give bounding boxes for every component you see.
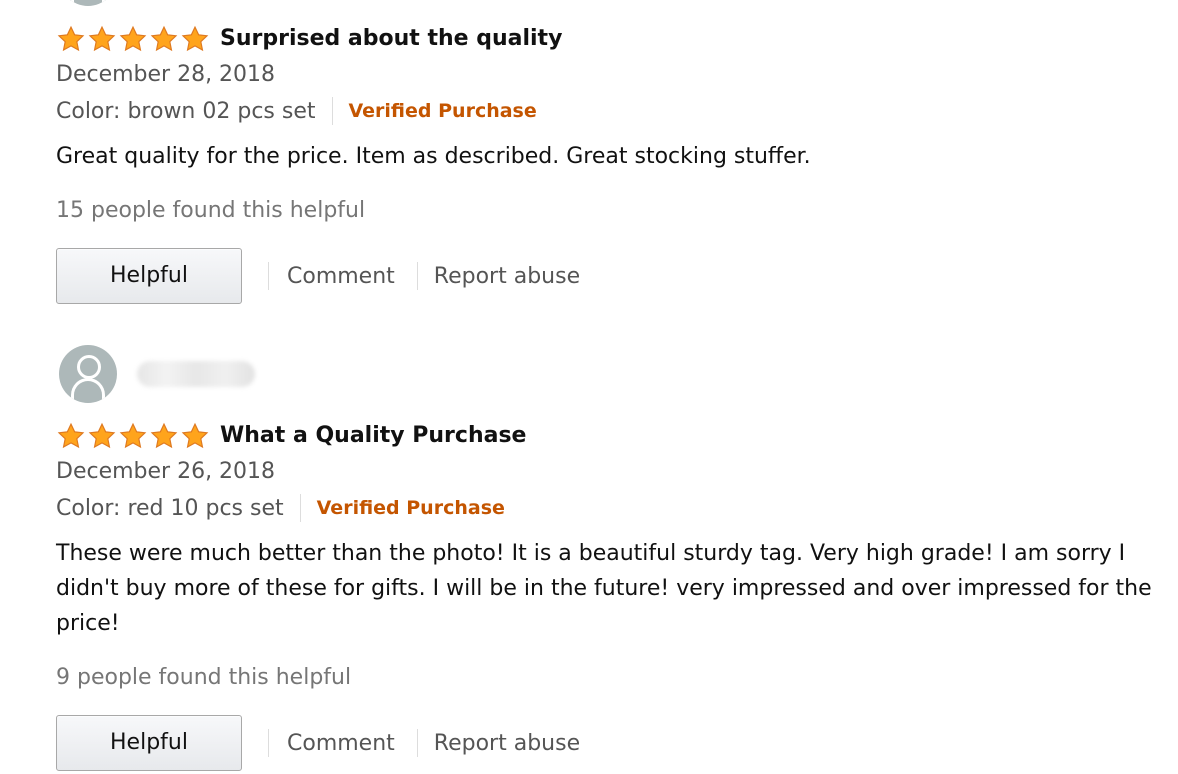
review-actions: Helpful Comment Report abuse (56, 714, 1156, 772)
star-icon (181, 422, 209, 449)
verified-purchase-badge: Verified Purchase (316, 497, 505, 519)
review: What a Quality Purchase December 26, 201… (56, 345, 1156, 772)
reviewer-profile (56, 345, 1156, 403)
review-title[interactable]: Surprised about the quality (220, 21, 562, 57)
helpful-button[interactable]: Helpful (56, 248, 242, 304)
divider (268, 729, 269, 757)
star-icon (181, 25, 209, 52)
star-icon (119, 25, 147, 52)
review-body: Great quality for the price. Item as des… (56, 144, 811, 169)
review-date: December 28, 2018 (56, 62, 276, 87)
review: Surprised about the quality December 28,… (56, 0, 1156, 305)
helpful-count: 9 people found this helpful (56, 665, 352, 690)
variant-label[interactable]: Color: brown 02 pcs set (56, 99, 316, 124)
review-meta: Color: brown 02 pcs set Verified Purchas… (56, 93, 1156, 129)
star-icon (150, 422, 178, 449)
star-icon (57, 422, 85, 449)
review-date: December 26, 2018 (56, 459, 276, 484)
review-title-row: Surprised about the quality (56, 21, 1156, 57)
review-meta: Color: red 10 pcs set Verified Purchase (56, 490, 1156, 526)
user-avatar-icon[interactable] (59, 0, 117, 6)
comment-link[interactable]: Comment (287, 264, 395, 289)
star-rating[interactable] (56, 25, 210, 53)
review-body: These were much better than the photo! I… (56, 541, 1152, 636)
divider (416, 262, 418, 290)
variant-label[interactable]: Color: red 10 pcs set (56, 496, 284, 521)
divider (416, 729, 418, 757)
star-icon (57, 25, 85, 52)
verified-purchase-badge: Verified Purchase (348, 100, 537, 122)
reviewer-profile (56, 0, 1156, 6)
report-abuse-link[interactable]: Report abuse (434, 264, 580, 289)
star-rating[interactable] (56, 422, 210, 450)
reviewer-name-redacted[interactable] (137, 361, 255, 387)
star-icon (88, 422, 116, 449)
review-title[interactable]: What a Quality Purchase (220, 418, 526, 454)
divider (299, 494, 301, 522)
helpful-button[interactable]: Helpful (56, 715, 242, 771)
star-icon (88, 25, 116, 52)
user-avatar-icon[interactable] (59, 345, 117, 403)
helpful-count: 15 people found this helpful (56, 198, 366, 223)
star-icon (150, 25, 178, 52)
review-title-row: What a Quality Purchase (56, 418, 1156, 454)
divider (331, 97, 333, 125)
star-icon (119, 422, 147, 449)
divider (268, 262, 269, 290)
comment-link[interactable]: Comment (287, 731, 395, 756)
review-actions: Helpful Comment Report abuse (56, 247, 1156, 305)
report-abuse-link[interactable]: Report abuse (434, 731, 580, 756)
